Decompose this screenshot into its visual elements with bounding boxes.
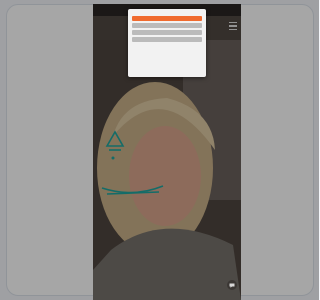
accept-all-button[interactable] (132, 16, 202, 21)
dialog-button-3[interactable] (132, 30, 202, 35)
chat-icon[interactable] (227, 280, 237, 290)
dialog-button-4[interactable] (132, 37, 202, 42)
dialog-button-2[interactable] (132, 23, 202, 28)
cookie-consent-dialog (128, 9, 206, 77)
